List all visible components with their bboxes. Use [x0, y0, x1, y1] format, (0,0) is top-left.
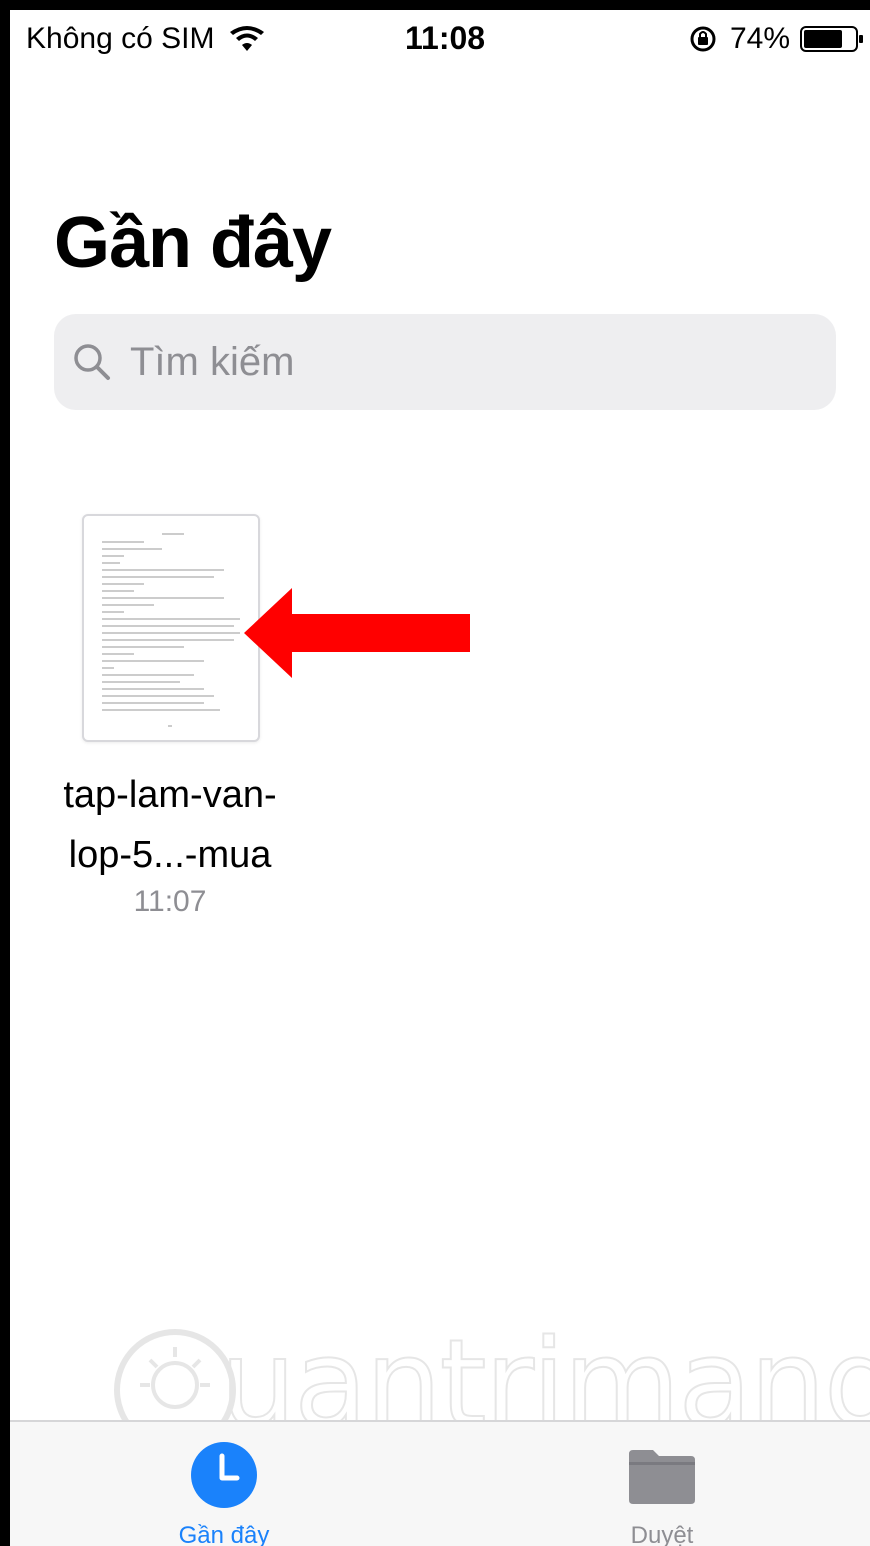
file-time: 11:07	[133, 885, 207, 918]
folder-icon	[629, 1450, 695, 1504]
rotation-lock-icon	[690, 26, 716, 52]
tab-bar: Gần đây Duyệt	[10, 1420, 870, 1546]
document-preview-icon	[102, 533, 240, 727]
search-input[interactable]	[128, 338, 782, 386]
tab-browse-label: Duyệt	[630, 1522, 694, 1546]
tab-browse[interactable]: Duyệt	[562, 1440, 762, 1546]
red-arrow-icon	[244, 588, 470, 678]
screen-border-top	[0, 0, 870, 10]
tab-recent[interactable]: Gần đây	[124, 1440, 324, 1546]
search-icon	[74, 344, 110, 380]
search-bar[interactable]	[54, 314, 836, 410]
carrier-group: Không có SIM	[26, 22, 266, 56]
wifi-icon	[230, 26, 265, 51]
page-title: Gần đây	[54, 203, 332, 283]
carrier-label: Không có SIM	[26, 22, 215, 55]
file-item[interactable]: tap-lam-van- lop-5...-mua 11:07	[40, 510, 300, 930]
files-app-screen: Không có SIM 11:08 74% Gần đây Tìm kiếm …	[10, 10, 870, 1546]
status-time: 11:08	[405, 20, 486, 56]
file-name[interactable]: tap-lam-van- lop-5...-mua	[40, 765, 300, 885]
file-name-line1: tap-lam-van-	[63, 774, 277, 816]
status-bar: Không có SIM 11:08 74%	[10, 10, 870, 70]
screen-border-left	[0, 0, 10, 1546]
status-right-group: 74%	[688, 22, 864, 56]
tab-recent-label: Gần đây	[178, 1522, 270, 1546]
clock-icon	[191, 1442, 257, 1508]
file-name-line2: lop-5...-mua	[68, 834, 272, 876]
battery-icon	[800, 26, 863, 52]
battery-percent: 74%	[729, 22, 790, 55]
file-thumbnail[interactable]	[82, 514, 260, 742]
